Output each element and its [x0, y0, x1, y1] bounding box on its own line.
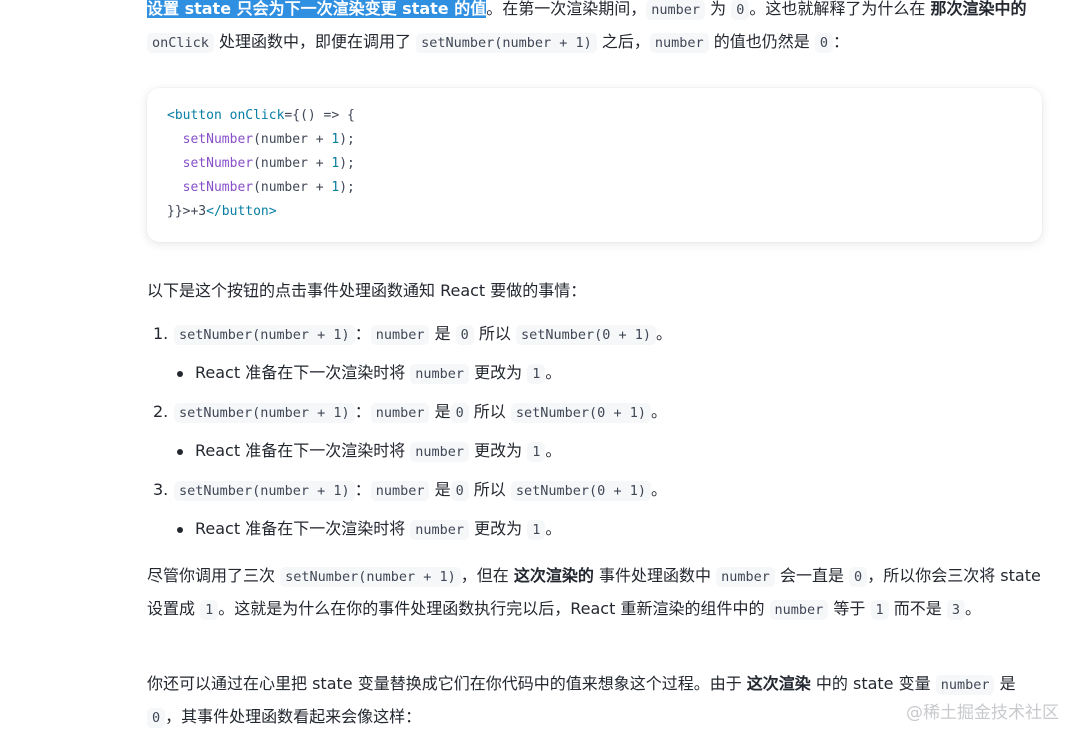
sub-list: React 准备在下一次渲染时将 number 更改为 1。 [147, 435, 1043, 474]
sub-list: React 准备在下一次渲染时将 number 更改为 1。 [147, 357, 1043, 396]
code-line: setNumber(number + 1); [182, 180, 355, 195]
bullet-icon [177, 371, 183, 377]
inline-code: number [646, 0, 706, 20]
code-line: }}>+3</button> [167, 204, 277, 219]
inline-code: setNumber(0 + 1) [510, 481, 651, 501]
inline-code: number [410, 520, 470, 540]
inline-code: number [935, 675, 995, 695]
list-item: 1. setNumber(number + 1)： number 是 0 所以 se… [147, 318, 1043, 396]
list-number: 1. [153, 324, 169, 343]
inline-code: number [649, 33, 709, 53]
inline-code: 1 [527, 442, 546, 462]
paragraph-lead: 以下是这个按钮的点击事件处理函数通知 React 要做的事情： [147, 281, 587, 300]
step-line: 3. setNumber(number + 1)： number 是0 所以 set… [147, 474, 1043, 513]
inline-code: number [410, 442, 470, 462]
inline-code: 0 [731, 0, 750, 20]
inline-code: setNumber(0 + 1) [516, 325, 657, 345]
bold-text: 这次渲染的 [513, 566, 594, 585]
inline-code: setNumber(number + 1) [174, 481, 355, 501]
bullet-icon [177, 449, 183, 455]
inline-code: setNumber(0 + 1) [510, 403, 651, 423]
inline-code: number [769, 600, 829, 620]
step-line: 1. setNumber(number + 1)： number 是 0 所以 se… [147, 318, 1043, 357]
sub-list-item: React 准备在下一次渲染时将 number 更改为 1。 [147, 357, 1043, 396]
sub-list-item: React 准备在下一次渲染时将 number 更改为 1。 [147, 435, 1043, 474]
inline-code: setNumber(number + 1) [416, 33, 597, 53]
sub-list-item: React 准备在下一次渲染时将 number 更改为 1。 [147, 513, 1043, 552]
paragraph-intro: 设置 state 只会为下一次渲染变更 state 的值。在第一次渲染期间， nu… [147, 0, 1027, 53]
inline-code: 3 [946, 600, 965, 620]
inline-code: 1 [200, 600, 219, 620]
code-line: setNumber(number + 1); [182, 132, 355, 147]
bold-text: 那次渲染中的 [930, 0, 1027, 18]
inline-code: 0 [849, 567, 868, 587]
inline-code: number [716, 567, 775, 587]
inline-code: 0 [450, 481, 469, 501]
watermark: @稀土掘金技术社区 [906, 703, 1059, 723]
inline-code: 0 [814, 33, 833, 53]
bold-text: 这次渲染 [746, 674, 811, 693]
inline-code: number [370, 325, 430, 345]
inline-code: number [370, 403, 430, 423]
sub-list: React 准备在下一次渲染时将 number 更改为 1。 [147, 513, 1043, 552]
inline-code: 0 [450, 403, 469, 423]
code-line: setNumber(number + 1); [182, 156, 355, 171]
inline-code: 1 [870, 600, 889, 620]
inline-code: 0 [455, 325, 474, 345]
code-line: <button onClick={() => { [167, 108, 355, 123]
paragraph-explanation: 尽管你调用了三次 setNumber(number + 1) ，但在 这次渲染的 … [147, 566, 1041, 620]
inline-code: setNumber(number + 1) [280, 567, 461, 587]
list-number: 3. [153, 480, 169, 499]
inline-code: onClick [147, 33, 214, 53]
list-number: 2. [153, 402, 169, 421]
list-item: 2. setNumber(number + 1)： number 是0 所以 set… [147, 396, 1043, 474]
step-line: 2. setNumber(number + 1)： number 是0 所以 set… [147, 396, 1043, 435]
code-block[interactable]: <button onClick={() => { setNumber(numbe… [147, 88, 1042, 242]
bullet-icon [177, 527, 183, 533]
inline-code: number [370, 481, 430, 501]
highlighted-text[interactable]: 设置 state 只会为下一次渲染变更 state 的值 [147, 0, 487, 18]
inline-code: 0 [147, 708, 166, 728]
inline-code: 1 [527, 520, 546, 540]
inline-code: 1 [527, 364, 546, 384]
list-item: 3. setNumber(number + 1)： number 是0 所以 set… [147, 474, 1043, 552]
inline-code: setNumber(number + 1) [174, 325, 355, 345]
inline-code: setNumber(number + 1) [174, 403, 355, 423]
inline-code: number [410, 364, 470, 384]
steps-list: 1. setNumber(number + 1)： number 是 0 所以 se… [147, 318, 1043, 552]
